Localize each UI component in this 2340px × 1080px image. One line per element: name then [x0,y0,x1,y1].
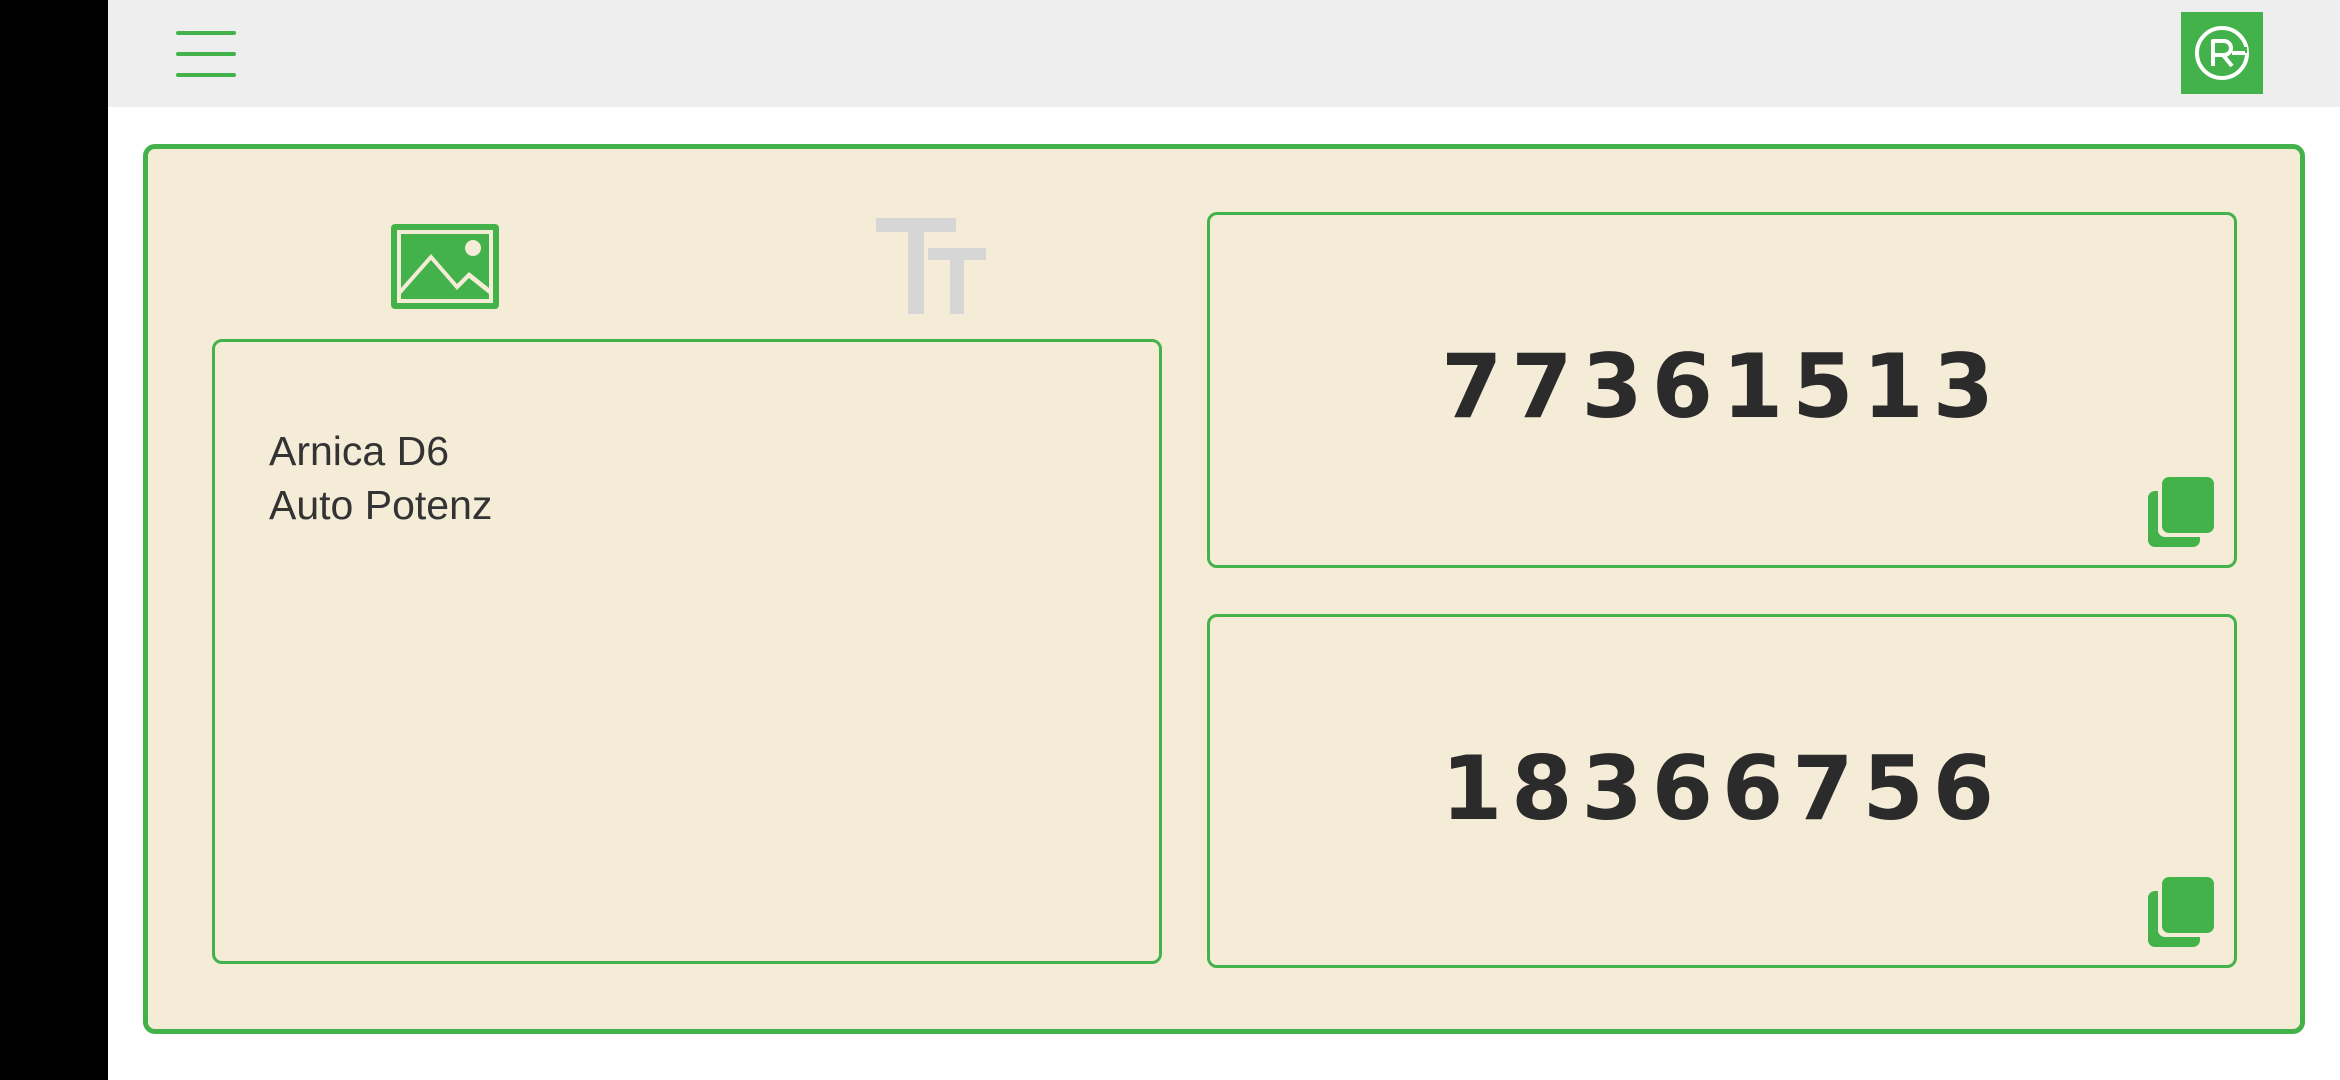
menu-line [176,31,236,35]
code-value: 18366756 [1441,737,2003,840]
code-value: 77361513 [1441,335,2003,438]
left-system-strip [0,0,108,1080]
top-app-bar [108,0,2340,107]
image-mode-tab[interactable] [391,224,499,309]
hamburger-menu-icon[interactable] [168,25,244,83]
text-input-panel[interactable]: Arnica D6 Auto Potenz [212,339,1162,964]
menu-line [176,52,236,56]
code-box-2: 18366756 [1207,614,2237,968]
text-line: Arnica D6 [269,428,450,474]
copy-icon[interactable] [2148,877,2214,947]
text-line: Auto Potenz [269,482,493,528]
menu-line [176,73,236,77]
text-panel-content: Arnica D6 Auto Potenz [269,424,492,532]
rg-logo-icon[interactable] [2181,12,2263,94]
image-icon [391,224,499,309]
text-size-icon [876,218,986,314]
code-box-1: 77361513 [1207,212,2237,568]
text-mode-tab[interactable] [876,218,986,314]
copy-icon[interactable] [2148,477,2214,547]
